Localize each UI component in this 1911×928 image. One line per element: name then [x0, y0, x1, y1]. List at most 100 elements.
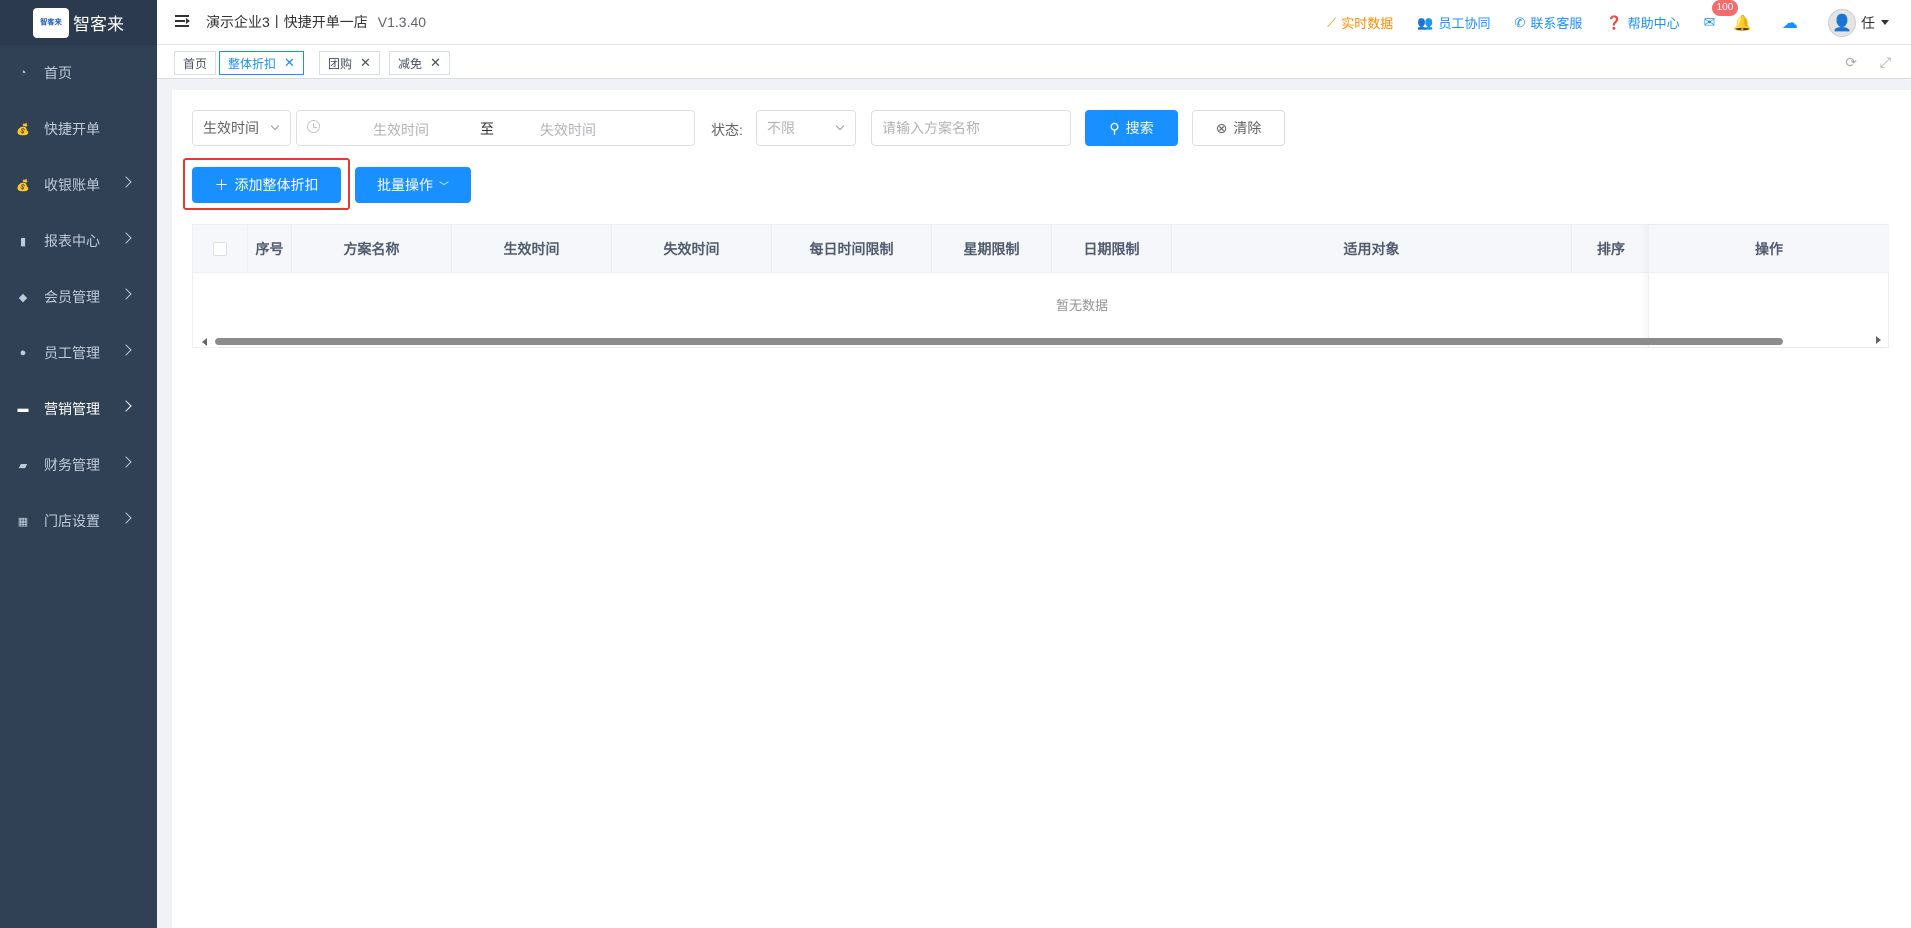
logo-image: 智客来 [33, 7, 69, 38]
sidebar-item-label: 员工管理 [44, 345, 100, 361]
sidebar-item-label: 营销管理 [44, 401, 100, 417]
contact-service-label: 联系客服 [1530, 16, 1583, 31]
sidebar-item[interactable]: ▮ 报表中心 [0, 213, 157, 269]
chevron-down-icon: ﹀ [439, 181, 449, 193]
sidebar-item-label: 会员管理 [44, 289, 100, 305]
staff-collab-label: 员工协同 [1438, 16, 1491, 31]
chevron-down-icon [835, 121, 845, 131]
user-name[interactable]: 任 [1861, 13, 1875, 33]
logo[interactable]: 智客来 智客来 [0, 0, 157, 45]
sidebar-item[interactable]: 💰 收银账单 [0, 157, 157, 213]
sidebar-item-label: 门店设置 [44, 513, 100, 529]
search-button[interactable]: ⚲ 搜索 [1085, 110, 1178, 146]
batch-operation-button[interactable]: 批量操作 ﹀ [355, 167, 471, 203]
top-header: 演示企业3丨快捷开单一店 V1.3.40 ⟋ 实时数据 👥 员工协同 ✆ 联系客… [157, 0, 1911, 45]
col-sort: 排序 [1597, 240, 1625, 257]
chevron-right-icon [120, 400, 132, 412]
sidebar-item-label: 收银账单 [44, 177, 100, 193]
sidebar-item[interactable]: ▬ 营销管理 [0, 381, 157, 437]
date-range-picker[interactable]: 生效时间 至 失效时间 [296, 110, 695, 146]
scheme-name-placeholder: 请输入方案名称 [882, 120, 980, 136]
staff-collab-link[interactable]: 👥 员工协同 [1417, 13, 1490, 32]
users-icon: 👥 [1417, 14, 1434, 30]
chevron-right-icon [120, 512, 132, 524]
plus-icon: ＋ [214, 177, 229, 193]
avatar[interactable]: 👤 [1828, 8, 1856, 37]
contact-service-link[interactable]: ✆ 联系客服 [1514, 13, 1582, 32]
scheme-name-input[interactable]: 请输入方案名称 [871, 110, 1071, 146]
end-date-input[interactable]: 失效时间 [540, 120, 596, 140]
close-icon[interactable]: ✕ [360, 55, 371, 71]
col-week-limit: 星期限制 [932, 225, 1052, 272]
empty-text: 暂无数据 [1056, 298, 1109, 313]
clear-button[interactable]: ⊗ 清除 [1192, 110, 1285, 146]
chevron-right-icon [120, 456, 132, 468]
sidebar-item[interactable]: ◆ 会员管理 [0, 269, 157, 325]
chevron-right-icon [120, 232, 132, 244]
cloud-icon[interactable]: ☁ [1782, 13, 1798, 33]
chevron-down-icon [270, 121, 280, 131]
briefcase-icon: ▬ [17, 403, 29, 415]
chevron-right-icon [120, 288, 132, 300]
status-label: 状态: [711, 122, 743, 138]
tag-group-buy[interactable]: 团购 ✕ [319, 51, 380, 75]
main-area [157, 80, 1911, 928]
caret-down-icon[interactable] [1881, 20, 1889, 25]
add-overall-discount-button[interactable]: ＋ 添加整体折扣 [192, 167, 341, 203]
tag-reduction[interactable]: 减免 ✕ [389, 51, 450, 75]
question-icon: ❓ [1606, 14, 1623, 30]
sidebar-item[interactable]: ◔ 首页 [0, 45, 157, 101]
bell-icon[interactable]: 🔔 [1733, 14, 1752, 32]
sidebar-item[interactable]: 💰 快捷开单 [0, 101, 157, 157]
sidebar: 智客来 智客来 ◔ 首页 💰 快捷开单 💰 收银账单 ▮ 报表中心 ◆ 会员管理 ● 员工管理 ▬ 营销管… [0, 0, 157, 928]
tag-overall-discount[interactable]: 整体折扣 ✕ [219, 51, 304, 75]
col-date-limit: 日期限制 [1052, 225, 1172, 272]
user-icon: ● [19, 347, 27, 359]
col-actions: 操作 [1649, 225, 1889, 273]
scroll-right-icon[interactable] [1876, 336, 1881, 344]
tag-label: 整体折扣 [228, 56, 277, 71]
sidebar-item[interactable]: ▰ 财务管理 [0, 437, 157, 493]
close-circle-icon: ⊗ [1215, 119, 1228, 136]
help-center-label: 帮助中心 [1627, 16, 1680, 31]
sidebar-menu: ◔ 首页 💰 快捷开单 💰 收银账单 ▮ 报表中心 ◆ 会员管理 ● 员工管理 ▬ 营销管理 ▰ 财务管理 ▦ 门… [0, 45, 157, 549]
dashboard-icon: ◔ [19, 67, 27, 79]
realtime-data-link[interactable]: ⟋ 实时数据 [1327, 13, 1393, 32]
col-end-time: 失效时间 [612, 225, 772, 272]
sidebar-item-label: 首页 [44, 65, 72, 81]
start-date-input[interactable]: 生效时间 [373, 120, 429, 140]
status-select[interactable]: 不限 [756, 110, 856, 146]
mail-button[interactable]: ✉ 100 [1703, 0, 1739, 31]
sidebar-item-label: 财务管理 [44, 457, 100, 473]
scroll-left-icon[interactable] [202, 338, 207, 346]
select-all-checkbox[interactable] [213, 241, 227, 256]
menu-toggle-icon[interactable] [175, 15, 191, 29]
discount-table: 序号 方案名称 生效时间 失效时间 每日时间限制 星期限制 日期限制 适用对象 … [192, 224, 1889, 348]
time-type-select[interactable]: 生效时间 [192, 110, 291, 146]
line-chart-icon: ⟋ [1327, 14, 1337, 30]
diamond-icon: ◆ [18, 291, 28, 304]
sidebar-item[interactable]: ● 员工管理 [0, 325, 157, 381]
app-version: V1.3.40 [377, 14, 427, 30]
horizontal-scrollbar[interactable] [193, 335, 1783, 347]
clear-button-label: 清除 [1233, 120, 1262, 136]
header-actions: ⟋ 实时数据 👥 员工协同 ✆ 联系客服 ❓ 帮助中心 ✉ 100 🔔 ☁ 👤 … [1327, 0, 1911, 45]
store-name: 演示企业3丨快捷开单一店 [206, 14, 368, 30]
help-center-link[interactable]: ❓ 帮助中心 [1606, 13, 1679, 32]
tag-home[interactable]: 首页 [174, 51, 217, 75]
tag-label: 首页 [183, 56, 208, 71]
col-index: 序号 [248, 225, 292, 272]
fullscreen-icon[interactable]: ⤢ [1880, 54, 1891, 71]
close-icon[interactable]: ✕ [430, 55, 441, 71]
search-icon: ⚲ [1109, 119, 1120, 136]
mail-icon: ✉ [1703, 14, 1716, 30]
refresh-icon[interactable]: ⟳ [1845, 54, 1857, 71]
col-daily-limit: 每日时间限制 [772, 225, 932, 272]
sidebar-item[interactable]: ▦ 门店设置 [0, 493, 157, 549]
tags-bar: 首页 整体折扣 ✕ 团购 ✕ 减免 ✕ ⟳ ⤢ [157, 45, 1911, 79]
col-target: 适用对象 [1172, 225, 1572, 272]
close-icon[interactable]: ✕ [284, 55, 295, 71]
chevron-right-icon [120, 344, 132, 356]
table-header: 序号 方案名称 生效时间 失效时间 每日时间限制 星期限制 日期限制 适用对象 … [193, 225, 1888, 273]
scroll-thumb[interactable] [215, 338, 1783, 345]
